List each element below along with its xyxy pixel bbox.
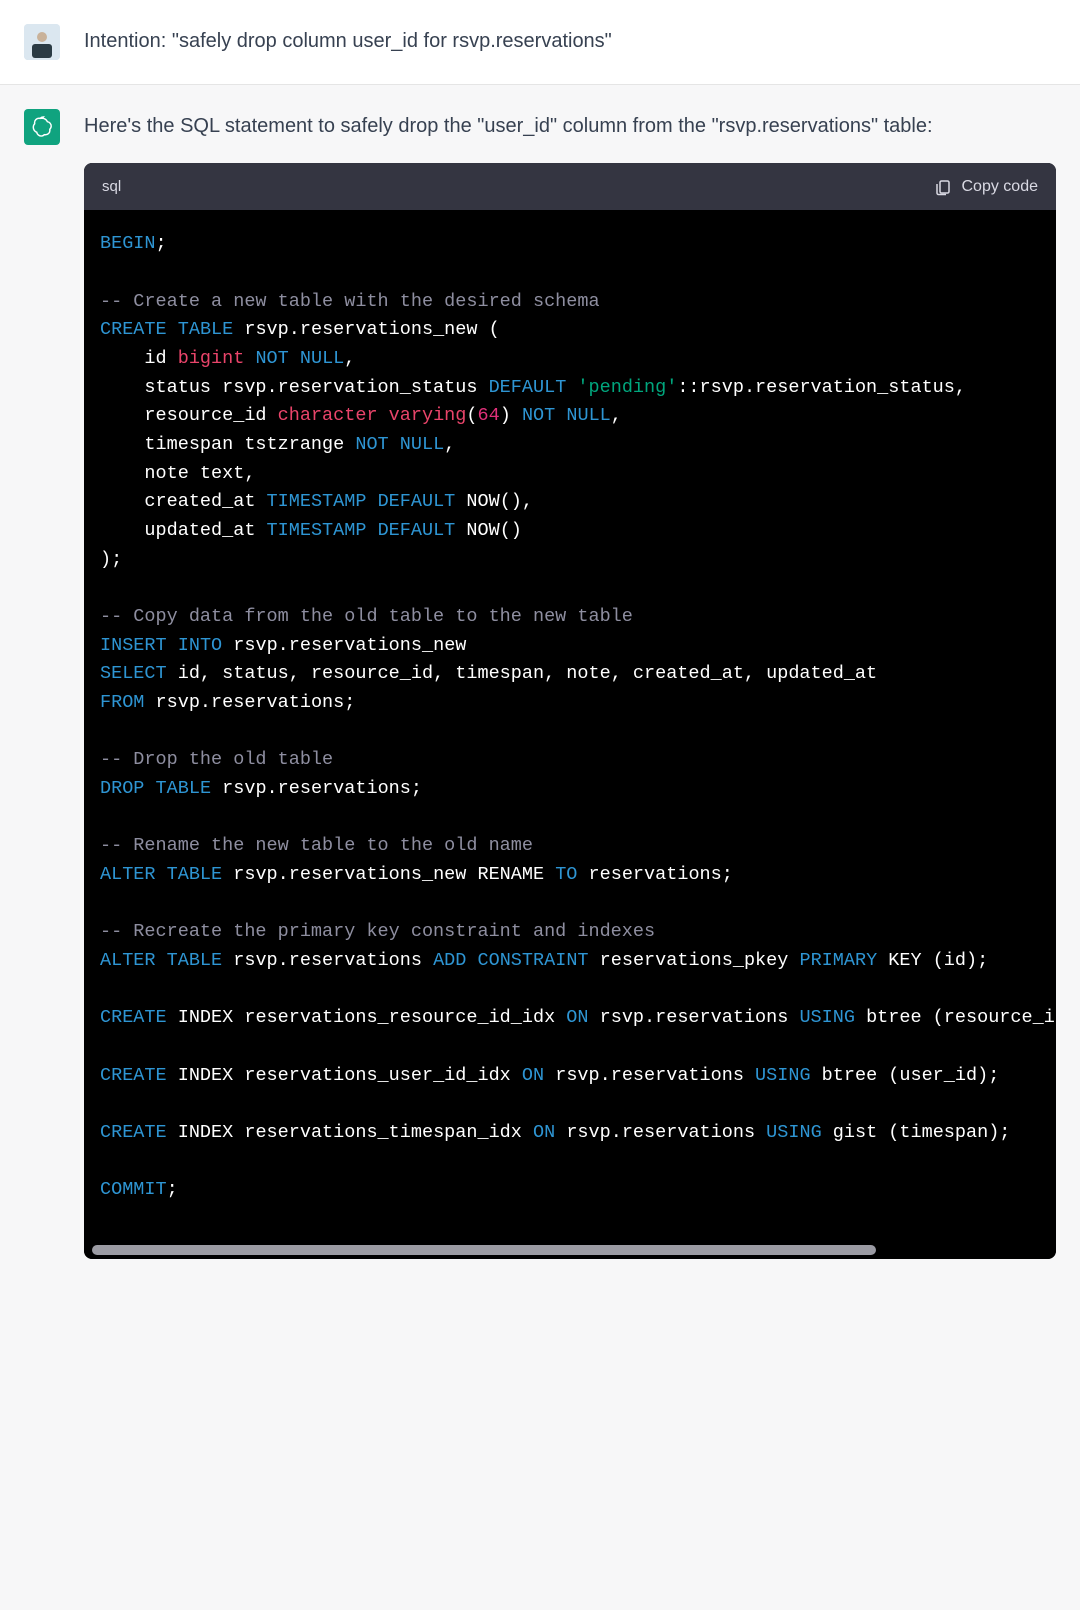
code-block-header: sql Copy code (84, 163, 1056, 210)
user-message-text: Intention: "safely drop column user_id f… (84, 24, 1056, 60)
assistant-message-row: Here's the SQL statement to safely drop … (0, 85, 1080, 1283)
user-message-row: Intention: "safely drop column user_id f… (0, 0, 1080, 85)
code-language-label: sql (102, 174, 121, 200)
clipboard-icon (934, 178, 952, 196)
horizontal-scrollbar[interactable] (84, 1245, 1056, 1259)
horizontal-scrollbar-thumb[interactable] (92, 1245, 876, 1255)
assistant-intro-text: Here's the SQL statement to safely drop … (84, 109, 1056, 143)
code-content[interactable]: BEGIN; -- Create a new table with the de… (84, 210, 1056, 1245)
copy-code-button[interactable]: Copy code (934, 173, 1039, 200)
assistant-message-content: Here's the SQL statement to safely drop … (84, 109, 1056, 1259)
openai-logo-icon (31, 116, 53, 138)
assistant-avatar (24, 109, 60, 145)
user-avatar-icon (24, 24, 60, 60)
user-avatar (24, 24, 60, 60)
copy-code-label: Copy code (962, 173, 1039, 200)
code-block: sql Copy code BEGIN; -- Create a new tab… (84, 163, 1056, 1259)
